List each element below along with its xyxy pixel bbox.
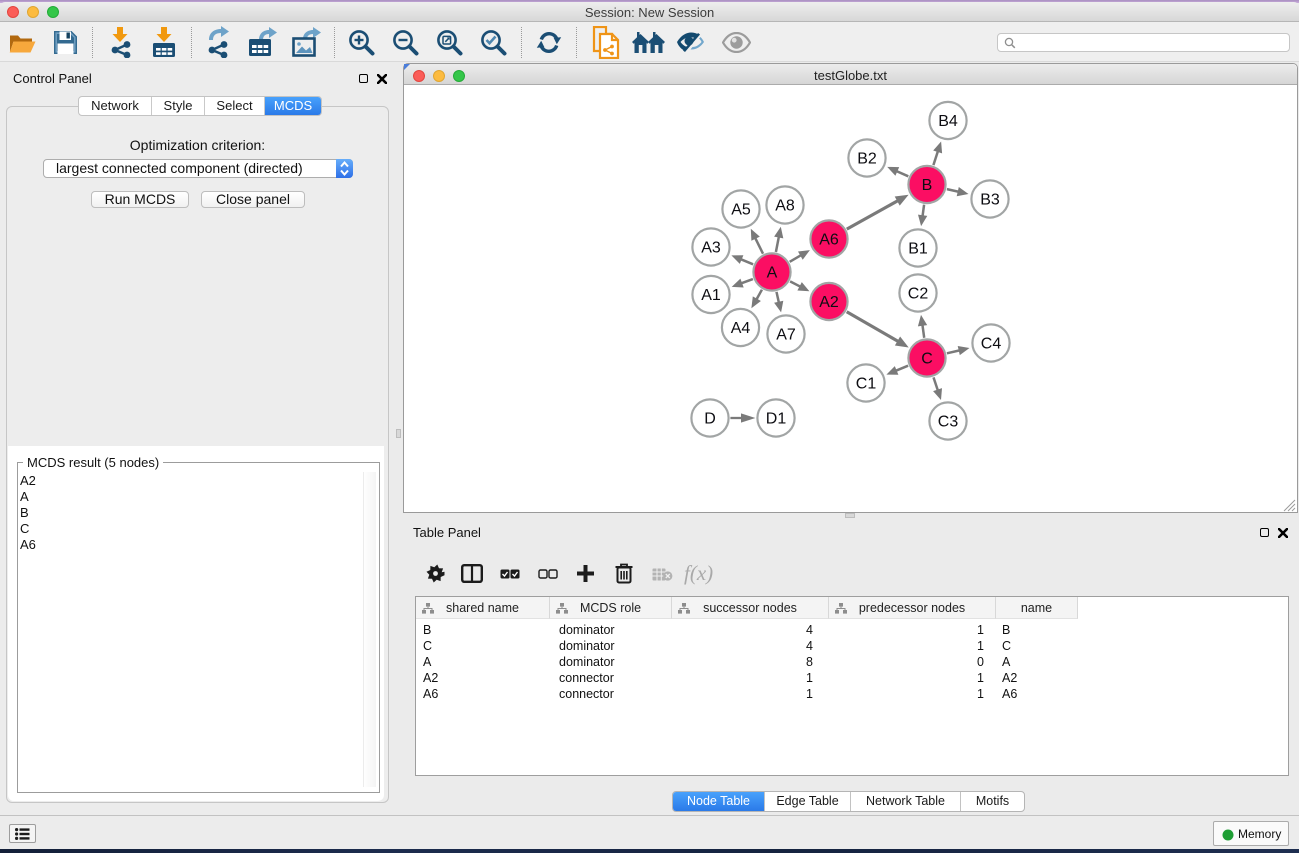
svg-text:A6: A6 — [819, 231, 839, 248]
svg-text:C1: C1 — [856, 375, 877, 392]
svg-text:B4: B4 — [938, 113, 958, 130]
svg-text:C3: C3 — [938, 413, 959, 430]
svg-text:B2: B2 — [857, 150, 877, 167]
svg-text:A: A — [767, 264, 778, 281]
svg-text:C2: C2 — [908, 285, 929, 302]
svg-text:A2: A2 — [819, 294, 839, 311]
svg-text:A4: A4 — [731, 320, 751, 337]
svg-text:B1: B1 — [908, 240, 928, 257]
svg-text:A5: A5 — [731, 201, 751, 218]
svg-text:D: D — [704, 410, 716, 427]
svg-text:B: B — [922, 177, 933, 194]
svg-text:C: C — [921, 350, 933, 367]
svg-text:A7: A7 — [776, 326, 796, 343]
svg-text:A8: A8 — [775, 197, 795, 214]
svg-text:B3: B3 — [980, 191, 1000, 208]
svg-text:D1: D1 — [766, 410, 787, 427]
svg-text:A3: A3 — [701, 239, 721, 256]
svg-text:A1: A1 — [701, 287, 721, 304]
svg-text:C4: C4 — [981, 335, 1002, 352]
